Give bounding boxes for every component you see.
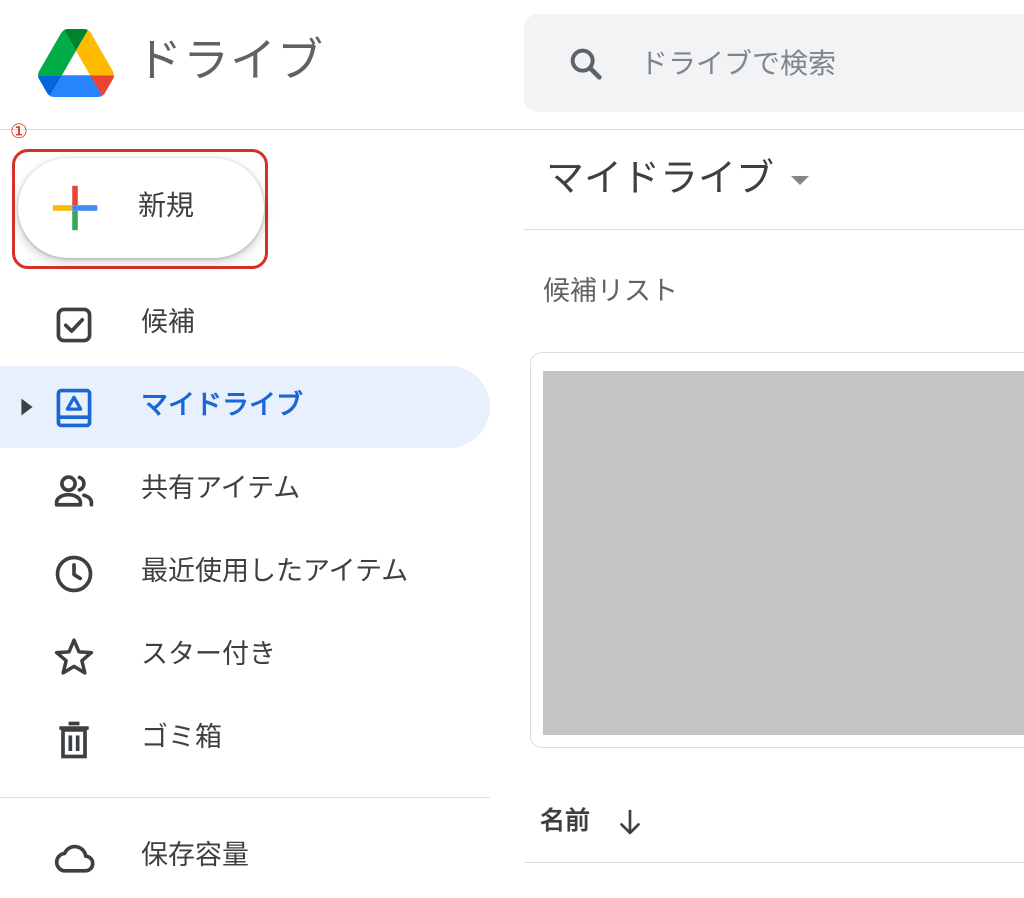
- google-drive-logo[interactable]: [38, 28, 114, 98]
- new-button-label: 新規: [138, 189, 195, 222]
- sidebar-item-label: 共有アイテム: [141, 473, 301, 504]
- sidebar-item-label: マイドライブ: [141, 390, 303, 421]
- sidebar-item-trash[interactable]: ゴミ箱: [0, 698, 490, 780]
- sidebar-item-shared[interactable]: 共有アイテム: [0, 449, 490, 531]
- sort-column-name[interactable]: 名前: [540, 801, 590, 841]
- sidebar-item-my-drive[interactable]: マイドライブ: [0, 366, 490, 448]
- my-drive-icon: [52, 386, 96, 430]
- shared-people-icon: [52, 469, 96, 513]
- new-button[interactable]: 新規: [18, 158, 264, 258]
- sort-arrow-down-icon[interactable]: [615, 805, 645, 839]
- trash-icon: [52, 718, 96, 762]
- suggested-checkbox-icon: [52, 303, 96, 347]
- sidebar-item-storage[interactable]: 保存容量: [0, 816, 490, 898]
- search-icon[interactable]: [566, 44, 606, 84]
- cloud-storage-icon: [52, 836, 96, 880]
- search-input[interactable]: [640, 40, 1020, 86]
- sidebar-item-label: 保存容量: [141, 840, 249, 871]
- sidebar-item-label: ゴミ箱: [141, 722, 222, 753]
- page-title[interactable]: マイドライブ: [546, 150, 774, 206]
- header-divider: [0, 129, 1024, 130]
- sidebar-item-starred[interactable]: スター付き: [0, 615, 490, 697]
- step-marker: ①: [10, 119, 28, 143]
- recent-clock-icon: [52, 552, 96, 596]
- suggested-section-label: 候補リスト: [543, 276, 678, 307]
- search-bar[interactable]: [524, 14, 1024, 112]
- file-list-divider: [524, 862, 1024, 863]
- main-title-divider: [524, 229, 1024, 230]
- file-thumbnail: [543, 371, 1024, 735]
- multicolor-plus-icon: [50, 183, 100, 233]
- sidebar-item-label: スター付き: [141, 639, 276, 670]
- star-icon: [52, 635, 96, 679]
- sidebar-item-label: 最近使用したアイテム: [141, 556, 409, 587]
- sidebar-divider: [0, 797, 490, 798]
- sidebar-item-label: 候補: [141, 307, 195, 338]
- app-title: ドライブ: [136, 33, 324, 87]
- sidebar-item-recent[interactable]: 最近使用したアイテム: [0, 532, 490, 614]
- dropdown-caret-icon[interactable]: [788, 172, 812, 188]
- suggested-file-card[interactable]: [530, 352, 1024, 748]
- sidebar-item-suggested[interactable]: 候補: [0, 283, 490, 365]
- caret-right-icon[interactable]: [20, 397, 34, 417]
